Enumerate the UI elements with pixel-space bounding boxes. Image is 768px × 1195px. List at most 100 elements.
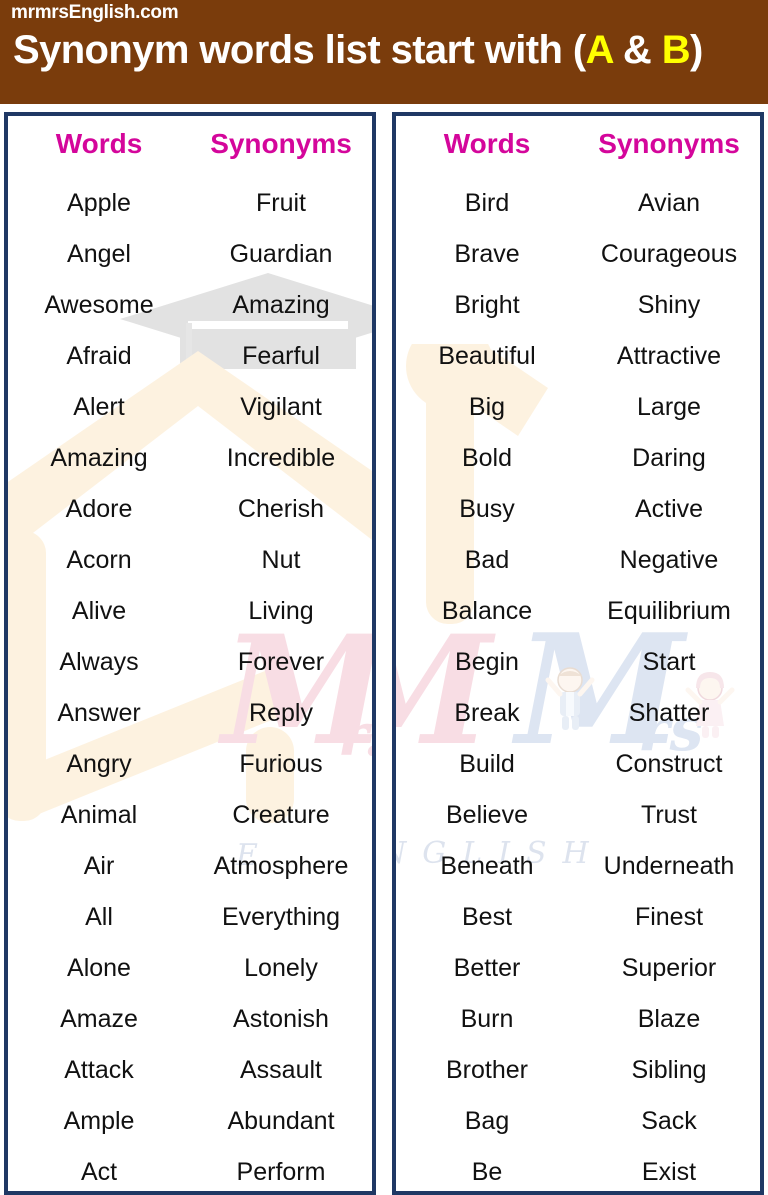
table-row: Angry Furious [8,739,372,790]
synonym-cell: Fearful [242,342,320,370]
synonym-cell: Abundant [227,1107,335,1135]
synonym-rows-left: Apple Fruit Angel Guardian Awesome Amazing Afr… [8,178,372,1191]
synonym-cell: Attractive [616,342,722,370]
synonym-cell: Lonely [244,954,318,982]
word-cell: Build [459,750,515,778]
table-row: Begin Start [396,637,760,688]
table-row: Ample Abundant [8,1096,372,1147]
table-row: Balance Equilibrium [396,586,760,637]
synonym-cell: Vigilant [240,393,322,421]
table-row: Bad Negative [396,535,760,586]
table-row: Build Construct [396,739,760,790]
table-row: Believe Trust [396,790,760,841]
word-cell: Balance [441,597,533,625]
table-row: Bright Shiny [396,280,760,331]
word-cell: Attack [64,1056,134,1084]
word-cell: Be [471,1158,503,1186]
synonym-cell: Sibling [631,1056,707,1084]
word-cell: Believe [446,801,528,829]
table-row: Animal Creature [8,790,372,841]
synonym-cell: Underneath [603,852,735,880]
word-cell: Busy [459,495,515,523]
word-cell: Better [453,954,521,982]
word-cell: Bad [464,546,510,574]
column-header-words-left: Words [55,128,143,159]
table-row: Amaze Astonish [8,994,372,1045]
synonym-cell: Guardian [229,240,333,268]
word-cell: Burn [460,1005,514,1033]
table-row: Bird Avian [396,178,760,229]
table-row: Apple Fruit [8,178,372,229]
page-header-bar: mrmrsEnglish.com Synonym words list star… [0,0,768,104]
table-row: Amazing Incredible [8,433,372,484]
table-row: Beautiful Attractive [396,331,760,382]
synonym-cell: Astonish [233,1005,329,1033]
synonym-cell: Finest [634,903,704,931]
synonym-cell: Incredible [226,444,336,472]
table-row: Bag Sack [396,1096,760,1147]
table-row: Better Superior [396,943,760,994]
word-cell: Animal [60,801,138,829]
synonym-cell: Start [642,648,696,676]
page-title-ampersand: & [612,28,662,72]
table-row: Be Exist [396,1147,760,1191]
page-title-letter-a: A [585,28,613,72]
synonym-cell: Cherish [237,495,325,523]
word-cell: Best [461,903,513,931]
synonym-cell: Assault [240,1056,322,1084]
synonym-cell: Superior [621,954,717,982]
word-cell: Angry [66,750,132,778]
table-row: Bold Daring [396,433,760,484]
table-row: Busy Active [396,484,760,535]
synonym-cell: Exist [641,1158,697,1186]
synonym-cell: Negative [619,546,719,574]
table-row: Air Atmosphere [8,841,372,892]
word-cell: Brave [454,240,520,268]
word-cell: Bag [464,1107,510,1135]
table-row: Act Perform [8,1147,372,1191]
synonym-rows-right: Bird Avian Brave Courageous Bright Shiny Beaut… [396,178,760,1191]
word-cell: Awesome [44,291,154,319]
synonym-cell: Atmosphere [213,852,349,880]
word-cell: Afraid [66,342,132,370]
synonym-cell: Sack [641,1107,697,1135]
column-header-synonyms-right: Synonyms [598,128,740,159]
page-title-prefix: Synonym words list start with ( [13,28,586,72]
table-row: Acorn Nut [8,535,372,586]
word-cell: Amazing [50,444,148,472]
synonym-cell: Large [637,393,701,421]
table-row: Attack Assault [8,1045,372,1096]
word-cell: Beneath [440,852,534,880]
table-row: Brave Courageous [396,229,760,280]
synonym-cell: Equilibrium [607,597,731,625]
word-cell: Brother [446,1056,528,1084]
word-cell: Bird [464,189,510,217]
synonym-cell: Living [248,597,314,625]
synonym-table-panel-left: M r. E Words Synonyms AppleFruitAngelGua… [4,112,376,1195]
word-cell: Break [454,699,520,727]
word-cell: Amaze [60,1005,138,1033]
word-cell: Apple [67,189,131,217]
table-row: Always Forever [8,637,372,688]
word-cell: Big [468,393,506,421]
synonym-cell: Furious [239,750,323,778]
synonym-cell: Forever [237,648,325,676]
synonym-cell: Creature [232,801,330,829]
column-header-words-right: Words [443,128,531,159]
synonym-cell: Construct [615,750,723,778]
word-cell: Alone [67,954,131,982]
table-row: Adore Cherish [8,484,372,535]
synonym-cell: Perform [236,1158,326,1186]
synonym-cell: Daring [632,444,706,472]
column-header-row-left: Words Synonyms [8,130,372,158]
word-cell: All [85,903,113,931]
table-row: Answer Reply [8,688,372,739]
synonym-cell: Courageous [600,240,738,268]
table-row: Best Finest [396,892,760,943]
word-cell: Bright [454,291,520,319]
table-row: Break Shatter [396,688,760,739]
synonym-cell: Trust [640,801,698,829]
word-cell: Bold [461,444,513,472]
word-cell: Begin [455,648,519,676]
column-header-synonyms-left: Synonyms [210,128,352,159]
